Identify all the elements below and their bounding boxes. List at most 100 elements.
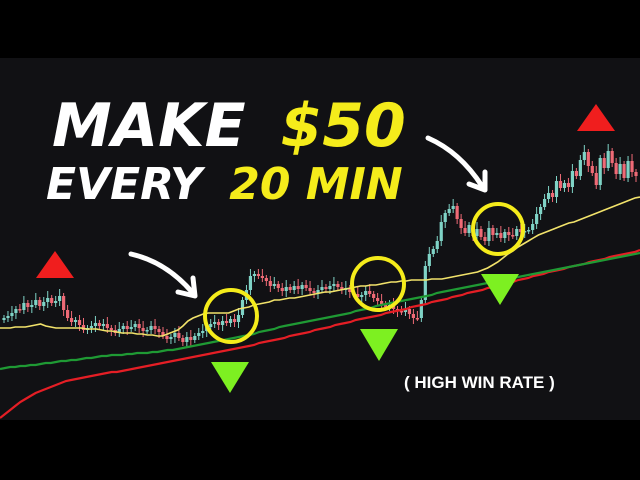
candle-body xyxy=(507,232,511,235)
candle-body xyxy=(201,331,205,333)
candle-body xyxy=(125,326,129,329)
candle-body xyxy=(14,309,18,313)
candle-body xyxy=(18,309,22,311)
candle-body xyxy=(62,296,66,310)
candle-body xyxy=(109,328,113,330)
candle-body xyxy=(296,286,300,289)
candle-body xyxy=(252,274,257,276)
candle-body xyxy=(574,171,578,176)
candle-body xyxy=(602,158,606,168)
candle-body xyxy=(280,288,284,291)
candle-body xyxy=(546,193,551,199)
candle-body xyxy=(30,305,34,307)
candle-body xyxy=(515,229,519,236)
candle-body xyxy=(463,228,467,233)
candle-body xyxy=(213,322,217,324)
candle-body xyxy=(360,295,364,297)
candle-body xyxy=(268,281,272,286)
candle-body xyxy=(133,324,137,327)
candle-body xyxy=(169,337,173,339)
candle-body xyxy=(173,333,177,337)
headline-line1-highlight: $50 xyxy=(281,91,406,161)
candle-body xyxy=(586,152,590,166)
candle-body xyxy=(431,249,435,254)
candle-body xyxy=(272,284,276,286)
candle-body xyxy=(539,207,543,214)
candle-body xyxy=(368,291,372,294)
candle-body xyxy=(376,298,380,301)
candle-body xyxy=(58,296,62,301)
candle-body xyxy=(276,284,280,288)
candle-body xyxy=(590,166,594,173)
candle-body xyxy=(300,285,304,289)
candle-body xyxy=(622,164,626,178)
candle-body xyxy=(221,321,225,325)
candle-body xyxy=(22,303,26,310)
candle-body xyxy=(419,300,423,318)
candle-body xyxy=(554,181,559,197)
candle-body xyxy=(594,173,598,185)
candle-body xyxy=(598,158,602,185)
candle-body xyxy=(54,301,58,303)
candle-body xyxy=(137,324,141,328)
candle-body xyxy=(443,213,447,222)
candle-body xyxy=(256,274,260,276)
candle-body xyxy=(614,163,618,174)
candle-body xyxy=(427,254,431,266)
candle-body xyxy=(467,225,471,233)
candle-body xyxy=(364,291,368,295)
candle-body xyxy=(73,320,78,322)
candle-body xyxy=(324,287,328,289)
candle-body xyxy=(499,233,503,238)
candle-body xyxy=(332,284,336,286)
candle-body xyxy=(177,333,181,338)
candle-body xyxy=(495,233,499,235)
candle-body xyxy=(459,219,463,228)
candle-body xyxy=(483,237,487,241)
candle-body xyxy=(511,235,515,237)
candle-body xyxy=(570,171,575,187)
candle-body xyxy=(479,229,483,237)
candle-body xyxy=(491,228,495,235)
candle-body xyxy=(578,160,582,176)
candle-body xyxy=(97,323,101,326)
candle-body xyxy=(487,228,491,241)
candle-body xyxy=(129,327,133,329)
candle-body xyxy=(606,151,610,168)
candle-body xyxy=(141,328,145,331)
candle-body xyxy=(209,324,213,327)
candle-body xyxy=(93,323,98,326)
candle-body xyxy=(232,319,237,322)
candle-body xyxy=(415,318,419,320)
candle-body xyxy=(634,172,638,176)
candle-body xyxy=(236,315,241,322)
candle-body xyxy=(185,337,189,342)
candle-body xyxy=(328,286,332,289)
candle-body xyxy=(6,316,10,318)
candle-body xyxy=(618,164,622,174)
candle-body xyxy=(38,300,42,306)
candle-body xyxy=(542,199,547,207)
candle-body xyxy=(10,313,14,316)
candle-body xyxy=(77,320,82,325)
candle-body xyxy=(264,278,268,281)
candle-body xyxy=(105,324,109,328)
candle-body xyxy=(630,161,634,172)
candle-body xyxy=(197,333,201,336)
headline-line1: MAKE $50 xyxy=(52,91,406,161)
candle-body xyxy=(292,286,296,290)
candle-body xyxy=(423,266,427,300)
candle-body xyxy=(626,161,630,178)
tagline: ( HIGH WIN RATE ) xyxy=(404,373,555,392)
candle-body xyxy=(42,302,46,306)
candle-body xyxy=(288,287,292,290)
candle-body xyxy=(65,310,70,318)
headline-line2-highlight: 20 MIN xyxy=(229,159,403,210)
candle-body xyxy=(193,336,197,340)
candle-body xyxy=(308,288,312,291)
candle-body xyxy=(248,276,253,290)
candle-body xyxy=(149,326,153,330)
candle-body xyxy=(26,303,30,307)
candle-body xyxy=(435,241,439,249)
candle-body xyxy=(447,209,451,213)
